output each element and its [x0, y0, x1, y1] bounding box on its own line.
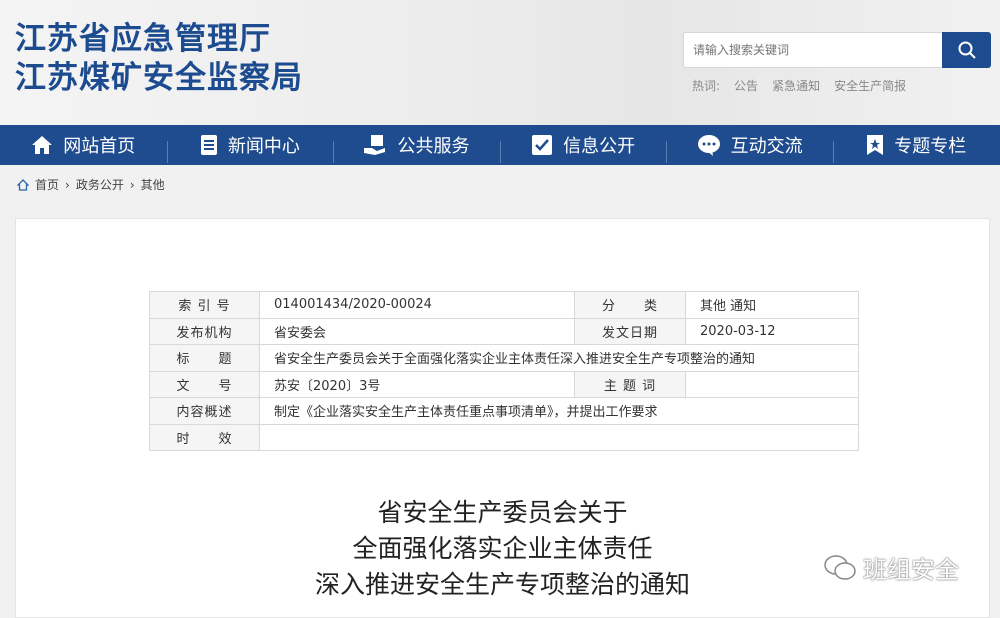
date-value: 2020-03-12 — [685, 317, 859, 345]
table-row: 标 题省安全生产委员会关于全面强化落实企业主体责任深入推进安全生产专项整治的通知 — [149, 344, 859, 372]
nav-label: 新闻中心 — [227, 136, 300, 157]
table-row: 发布机构 省安委会 发文日期 2020-03-12 — [149, 317, 859, 345]
watermark-text: 班组安全 — [863, 556, 959, 584]
hot-label: 热词: — [692, 79, 721, 93]
keywords-label: 主 题 词 — [574, 370, 686, 398]
info-icon — [532, 135, 553, 155]
docno-value: 苏安〔2020〕3号 — [259, 370, 575, 398]
title-label: 标 题 — [149, 344, 260, 372]
hot-words: 热词: 公告 紧急通知 安全生产简报 — [692, 77, 906, 94]
keywords-value — [685, 370, 859, 398]
search-input[interactable] — [683, 32, 942, 68]
table-row: 时 效 — [149, 423, 859, 451]
bookmark-icon — [867, 135, 884, 155]
nav-label: 公共服务 — [397, 136, 470, 157]
logo-line-2: 江苏煤矿安全监察局 — [15, 60, 303, 96]
breadcrumb-home[interactable]: 首页 — [35, 176, 59, 193]
site-logo[interactable]: 江苏省应急管理厅 江苏煤矿安全监察局 — [15, 20, 303, 98]
main-nav: 网站首页 新闻中心 公共服务 信息公开 互动交流 专题专栏 — [0, 125, 1000, 165]
nav-label: 互动交流 — [730, 136, 803, 157]
summary-value: 制定《企业落实安全生产主体责任重点事项清单》，并提出工作要求 — [259, 397, 859, 425]
metadata-table: 索 引 号 014001434/2020-00024 分 类其他 通知 发布机构 省安… — [149, 291, 859, 451]
search-icon — [958, 41, 976, 59]
logo-line-1: 江苏省应急管理厅 — [15, 21, 271, 57]
nav-home[interactable]: 网站首页 — [0, 132, 167, 158]
validity-label: 时 效 — [149, 423, 260, 451]
nav-topics[interactable]: 专题专栏 — [832, 132, 1000, 163]
nav-news[interactable]: 新闻中心 — [166, 132, 334, 163]
nav-label: 专题专栏 — [894, 136, 967, 157]
publisher-value: 省安委会 — [259, 317, 575, 345]
chevron-right-icon: › — [129, 177, 135, 192]
date-label: 发文日期 — [574, 317, 686, 345]
watermark: 班组安全 — [823, 550, 959, 585]
breadcrumb-current: 其他 — [140, 178, 165, 192]
index-label: 索 引 号 — [149, 291, 260, 319]
nav-service[interactable]: 公共服务 — [333, 132, 500, 163]
table-row: 索 引 号 014001434/2020-00024 分 类其他 通知 — [149, 291, 859, 319]
search-bar — [683, 32, 991, 68]
nav-interact[interactable]: 互动交流 — [666, 132, 833, 163]
breadcrumb-item[interactable]: 政务公开 — [76, 176, 124, 193]
nav-label: 网站首页 — [63, 136, 136, 157]
docno-label: 文 号 — [149, 370, 260, 398]
nav-info[interactable]: 信息公开 — [499, 132, 667, 163]
breadcrumb: 首页 › 政务公开 › 其他 — [17, 176, 165, 193]
title-value: 省安全生产委员会关于全面强化落实企业主体责任深入推进安全生产专项整治的通知 — [259, 344, 859, 372]
publisher-label: 发布机构 — [149, 317, 260, 345]
search-button[interactable] — [942, 32, 991, 68]
wechat-icon — [824, 554, 856, 580]
table-row: 文 号苏安〔2020〕3号主 题 词 — [149, 370, 859, 398]
chat-icon — [697, 135, 720, 156]
hot-word[interactable]: 安全生产简报 — [834, 77, 906, 94]
service-icon — [364, 135, 386, 155]
home-icon — [32, 136, 53, 154]
category-label: 分 类 — [574, 291, 686, 319]
chevron-right-icon: › — [65, 177, 70, 192]
table-row: 内容概述 制定《企业落实安全生产主体责任重点事项清单》，并提出工作要求 — [149, 397, 859, 425]
nav-label: 信息公开 — [563, 136, 636, 157]
validity-value — [259, 423, 859, 451]
category-value: 其他 通知 — [685, 291, 859, 319]
site-header: 江苏省应急管理厅 江苏煤矿安全监察局 热词: 公告 紧急通知 安全生产简报 — [0, 0, 1000, 125]
title-line: 省安全生产委员会关于 — [377, 498, 628, 527]
article-title: 省安全生产委员会关于 全面强化落实企业主体责任 深入推进安全生产专项整治的通知 — [16, 495, 989, 603]
hot-word[interactable]: 公告 — [734, 77, 758, 94]
summary-label: 内容概述 — [149, 397, 260, 425]
index-value: 014001434/2020-00024 — [259, 291, 575, 319]
home-icon — [17, 178, 29, 191]
hot-word[interactable]: 紧急通知 — [772, 77, 820, 94]
news-icon — [200, 135, 217, 155]
